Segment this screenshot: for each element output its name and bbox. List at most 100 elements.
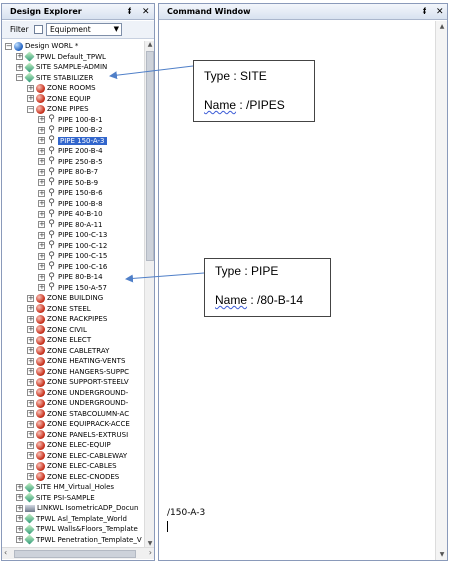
tree-node[interactable]: + ⚲ PIPE 250-B-5 (38, 157, 103, 167)
tree-node[interactable]: + ZONE HANGERS-SUPPC (27, 367, 129, 377)
tree-node[interactable]: + ⚲ PIPE 150-A-57 (38, 283, 107, 293)
expand-icon[interactable]: + (27, 452, 34, 459)
tree-node[interactable]: + ZONE ELEC-CABLEWAY (27, 451, 127, 461)
tree-node[interactable]: + ⚲ PIPE 100-C-12 (38, 241, 107, 251)
expand-icon[interactable]: + (27, 431, 34, 438)
hscroll-thumb[interactable] (14, 550, 136, 558)
expand-icon[interactable]: + (16, 53, 23, 60)
tree-node[interactable]: + ZONE ELEC-CNODES (27, 472, 119, 482)
tree-node[interactable]: + ZONE CIVIL (27, 325, 87, 335)
filter-checkbox[interactable] (34, 25, 43, 34)
filter-dropdown[interactable]: Equipment ▼ (46, 23, 122, 36)
expand-icon[interactable]: + (38, 273, 45, 281)
collapse-icon[interactable]: − (27, 105, 34, 113)
expand-icon[interactable]: + (38, 221, 45, 228)
tree-node[interactable]: + ZONE RACKPIPES (27, 314, 107, 324)
tree-node[interactable]: + TPWL Penetration_Template_V (16, 534, 142, 545)
tree-node[interactable]: + ⚲ PIPE 50-B-9 (38, 178, 98, 188)
tree-node[interactable]: + ⚲ PIPE 100-B-2 (38, 125, 103, 135)
tree-node[interactable]: + ⚲ PIPE 100-C-16 (38, 262, 107, 272)
expand-icon[interactable]: + (38, 147, 45, 155)
tree-node[interactable]: + ⚲ PIPE 150-A-3 (38, 136, 107, 146)
tree-node[interactable]: + ZONE HEATING-VENTS (27, 356, 125, 366)
expand-icon[interactable]: + (27, 410, 34, 417)
expand-icon[interactable]: + (27, 84, 34, 92)
scroll-down-icon[interactable]: ▼ (145, 540, 155, 547)
tree-node[interactable]: + ⚲ PIPE 200-B-4 (38, 146, 103, 156)
expand-icon[interactable]: + (27, 336, 34, 344)
expand-icon[interactable]: + (27, 368, 34, 375)
expand-icon[interactable]: + (16, 515, 23, 522)
tree-node[interactable]: + ⚲ PIPE 100-C-15 (38, 251, 107, 261)
tree-node[interactable]: + ZONE PANELS-EXTRUSI (27, 430, 128, 440)
tree-node[interactable]: + ZONE ELEC-CABLES (27, 461, 117, 471)
tree-node[interactable]: + ⚲ PIPE 150-B-6 (38, 188, 103, 198)
tree-node[interactable]: + ⚲ PIPE 40-B-10 (38, 209, 103, 219)
tree-node[interactable]: + ZONE ELECT (27, 335, 91, 345)
expand-icon[interactable]: + (16, 536, 23, 543)
tree-node[interactable]: + LINKWL IsometricADP_Docun (16, 503, 138, 513)
expand-icon[interactable]: + (38, 189, 45, 197)
collapse-icon[interactable]: − (16, 74, 23, 81)
tree-node[interactable]: + TPWL Asl_Template_World (16, 513, 127, 524)
tree-node[interactable]: + ZONE UNDERGROUND- (27, 398, 128, 408)
expand-icon[interactable]: + (27, 378, 34, 386)
tree-node[interactable]: + ZONE SUPPORT-STEELV (27, 377, 129, 387)
pin-icon[interactable]: ᵮ (128, 4, 131, 20)
expand-icon[interactable]: + (38, 116, 45, 123)
tree-node[interactable]: − ZONE PIPES (27, 104, 89, 114)
expand-icon[interactable]: + (38, 231, 45, 239)
tree-node[interactable]: − SITE STABILIZER (16, 72, 93, 83)
explorer-horizontal-scrollbar[interactable]: ‹ › (2, 547, 154, 559)
tree-node[interactable]: + ZONE UNDERGROUND- (27, 388, 128, 398)
tree-node[interactable]: + ZONE BUILDING (27, 293, 103, 303)
tree-node[interactable]: + ⚲ PIPE 100-C-13 (38, 230, 107, 240)
command-vertical-scrollbar[interactable]: ▲ ▼ (435, 21, 447, 560)
expand-icon[interactable]: + (27, 347, 34, 354)
scroll-thumb[interactable] (146, 51, 154, 261)
expand-icon[interactable]: + (38, 126, 45, 134)
expand-icon[interactable]: + (27, 294, 34, 302)
explorer-vertical-scrollbar[interactable]: ▲ ▼ (144, 41, 154, 547)
expand-icon[interactable]: + (38, 168, 45, 176)
expand-icon[interactable]: + (38, 252, 45, 260)
expand-icon[interactable]: + (38, 137, 45, 144)
tree-node[interactable]: + ⚲ PIPE 80-B-14 (38, 272, 103, 282)
expand-icon[interactable]: + (38, 242, 45, 249)
expand-icon[interactable]: + (38, 284, 45, 291)
expand-icon[interactable]: + (38, 200, 45, 207)
expand-icon[interactable]: + (27, 315, 34, 323)
scroll-up-icon[interactable]: ▲ (145, 41, 155, 48)
tree-node[interactable]: + TPWL Default_TPWL (16, 51, 106, 62)
scroll-left-icon[interactable]: ‹ (4, 548, 7, 557)
expand-icon[interactable]: + (38, 210, 45, 218)
tree-node[interactable]: + SITE SAMPLE-ADMIN (16, 61, 107, 73)
close-icon[interactable]: ✕ (436, 4, 444, 20)
tree-node[interactable]: + ZONE STEEL (27, 304, 91, 314)
collapse-icon[interactable]: − (5, 42, 12, 50)
tree-node[interactable]: + SITE PSI-SAMPLE (16, 492, 95, 503)
scroll-up-icon[interactable]: ▲ (436, 23, 448, 30)
expand-icon[interactable]: + (27, 462, 34, 470)
close-icon[interactable]: ✕ (142, 4, 150, 20)
expand-icon[interactable]: + (38, 263, 45, 270)
expand-icon[interactable]: + (27, 95, 34, 102)
tree-node[interactable]: + SITE HM_Virtual_Holes (16, 481, 114, 493)
tree-node[interactable]: + ZONE CABLETRAY (27, 346, 109, 356)
scroll-right-icon[interactable]: › (149, 548, 152, 557)
expand-icon[interactable]: + (16, 504, 23, 512)
tree-node[interactable]: + ⚲ PIPE 80-B-7 (38, 167, 98, 177)
tree-node[interactable]: + ⚲ PIPE 100-B-1 (38, 115, 103, 125)
expand-icon[interactable]: + (38, 179, 45, 186)
tree-node[interactable]: + ⚲ PIPE 80-A-11 (38, 220, 103, 230)
expand-icon[interactable]: + (27, 305, 34, 312)
tree-node[interactable]: + ZONE ROOMS (27, 83, 96, 93)
expand-icon[interactable]: + (27, 420, 34, 428)
scroll-down-icon[interactable]: ▼ (436, 551, 448, 558)
expand-icon[interactable]: + (27, 357, 34, 365)
expand-icon[interactable]: + (38, 158, 45, 165)
tree-node[interactable]: + ZONE ELEC-EQUIP (27, 440, 111, 450)
tree-node[interactable]: + ZONE STABCOLUMN-AC (27, 409, 129, 419)
tree-node[interactable]: + ZONE EQUIPRACK-ACCE (27, 419, 130, 429)
expand-icon[interactable]: + (27, 389, 34, 396)
